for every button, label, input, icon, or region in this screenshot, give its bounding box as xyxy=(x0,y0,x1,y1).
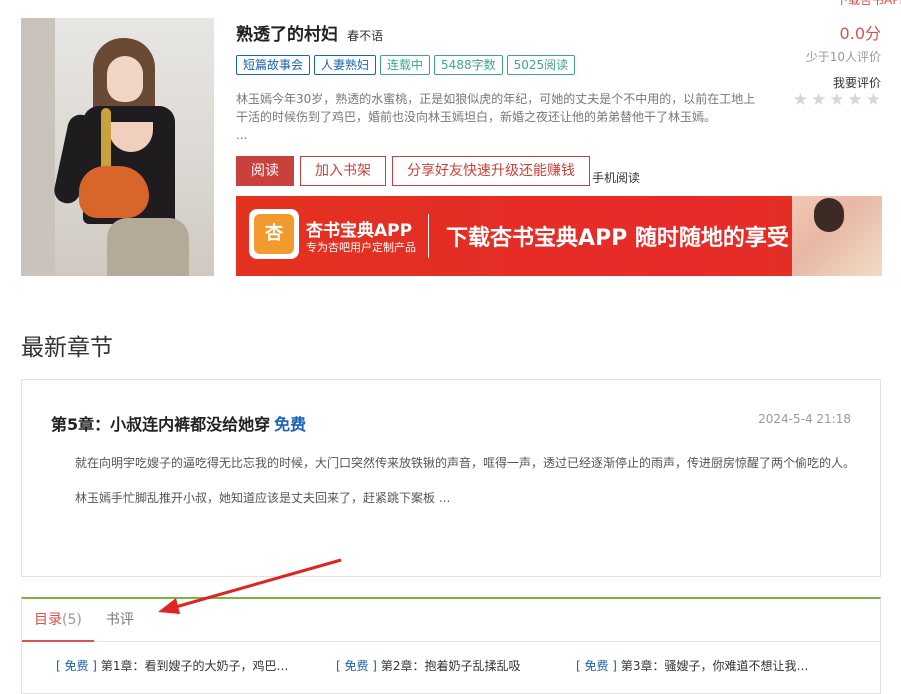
app-banner[interactable]: 杏 杏书宝典APP 专为杏吧用户定制产品 下载杏书宝典APP 随时随地的享受 xyxy=(236,196,882,276)
chapter-date: 2024-5-4 21:18 xyxy=(758,412,851,426)
chapter-excerpt: 就在向明宇吃嫂子的逼吃得无比忘我的时候，大门口突然传来放铁锹的声音，哐得一声，透… xyxy=(51,454,856,524)
action-buttons: 阅读 加入书架 分享好友快速升级还能赚钱 手机阅读 xyxy=(236,156,640,186)
chapter-link[interactable]: 第3章：骚嫂子，你难道不想让我的... xyxy=(621,659,816,673)
book-title[interactable]: 熟透了的村妇 xyxy=(236,25,338,45)
banner-divider xyxy=(428,214,429,258)
mobile-read-link[interactable]: 手机阅读 xyxy=(592,169,640,186)
list-item[interactable]: [ 免费 ] 第3章：骚嫂子，你难道不想让我的... xyxy=(576,657,816,674)
rating-score: 0.0分 xyxy=(839,24,881,43)
tag-word-count: 5488字数 xyxy=(434,55,503,75)
star-icon[interactable]: ★ xyxy=(866,92,881,109)
free-badge: [ 免费 ] xyxy=(576,659,617,673)
share-button[interactable]: 分享好友快速升级还能赚钱 xyxy=(392,156,590,186)
star-icon[interactable]: ★ xyxy=(793,92,808,109)
read-button[interactable]: 阅读 xyxy=(236,156,294,186)
free-badge: [ 免费 ] xyxy=(56,659,97,673)
rate-label: 我要评价 xyxy=(832,76,881,90)
chapter-link[interactable]: 第1章：看到嫂子的大奶子，鸡巴翘... xyxy=(101,659,296,673)
free-badge: [ 免费 ] xyxy=(336,659,377,673)
banner-app-name: 杏书宝典APP xyxy=(306,221,413,241)
star-icon[interactable]: ★ xyxy=(829,92,844,109)
toc-panel: 目录(5) 书评 [ 免费 ] 第1章：看到嫂子的大奶子，鸡巴翘... [ 免费… xyxy=(21,597,881,694)
star-icon[interactable]: ★ xyxy=(811,92,826,109)
tag-list: 短篇故事会 人妻熟妇 连载中 5488字数 5025阅读 xyxy=(236,55,576,75)
book-title-row: 熟透了的村妇 春不语 xyxy=(236,20,383,45)
description-text: 林玉嫣今年30岁，熟透的水蜜桃，正是如狼似虎的年纪，可她的丈夫是个不中用的，以前… xyxy=(236,92,756,124)
chapter-link[interactable]: 第2章：抱着奶子乱揉乱吸 xyxy=(381,659,521,673)
list-item[interactable]: [ 免费 ] 第2章：抱着奶子乱揉乱吸 xyxy=(336,657,576,674)
chapter-list: [ 免费 ] 第1章：看到嫂子的大奶子，鸡巴翘... [ 免费 ] 第2章：抱着… xyxy=(22,657,880,674)
star-icon[interactable]: ★ xyxy=(848,92,863,109)
rating-stars[interactable]: ★ ★ ★ ★ ★ xyxy=(793,92,881,109)
app-logo-char: 杏 xyxy=(254,214,294,254)
tab-reviews[interactable]: 书评 xyxy=(94,599,146,641)
tag-category[interactable]: 短篇故事会 xyxy=(236,55,311,75)
book-cover[interactable] xyxy=(21,18,214,276)
chapter-title-text: 第5章：小叔连内裤都没给她穿 xyxy=(51,415,271,434)
excerpt-paragraph: 林玉嫣手忙脚乱推开小叔，她知道应该是丈夫回来了，赶紧跳下案板 ... xyxy=(75,491,451,505)
excerpt-paragraph: 就在向明宇吃嫂子的逼吃得无比忘我的时候，大门口突然传来放铁锹的声音，哐得一声，透… xyxy=(75,456,856,470)
free-badge: 免费 xyxy=(274,415,307,434)
tag-status: 连载中 xyxy=(380,55,431,75)
download-app-link[interactable]: 下载杏书APP xyxy=(836,0,901,8)
tab-catalog[interactable]: 目录(5) xyxy=(22,599,94,642)
list-item[interactable]: [ 免费 ] 第1章：看到嫂子的大奶子，鸡巴翘... xyxy=(56,657,296,674)
tag-genre[interactable]: 人妻熟妇 xyxy=(314,55,377,75)
latest-section-title: 最新章节 xyxy=(21,335,113,361)
tab-catalog-label: 目录 xyxy=(34,612,62,628)
tab-reviews-label: 书评 xyxy=(105,612,134,628)
book-description: 林玉嫣今年30岁，熟透的水蜜桃，正是如狼似虎的年纪，可她的丈夫是个不中用的，以前… xyxy=(236,90,766,144)
latest-chapter-panel: 第5章：小叔连内裤都没给她穿 免费 2024-5-4 21:18 就在向明宇吃嫂子… xyxy=(21,379,881,577)
banner-slogan: 下载杏书宝典APP 随时随地的享受 xyxy=(446,226,789,251)
rating-count: 少于10人评价 xyxy=(805,50,881,64)
latest-chapter-title[interactable]: 第5章：小叔连内裤都没给她穿 免费 xyxy=(51,411,306,435)
book-author[interactable]: 春不语 xyxy=(347,29,383,43)
app-logo-icon: 杏 xyxy=(249,209,299,259)
add-to-shelf-button[interactable]: 加入书架 xyxy=(300,156,386,186)
tab-catalog-count: (5) xyxy=(62,612,82,628)
tab-bar: 目录(5) 书评 xyxy=(22,599,880,642)
tag-read-count: 5025阅读 xyxy=(506,55,576,75)
banner-app-sub: 专为杏吧用户定制产品 xyxy=(306,241,416,254)
banner-model-image xyxy=(792,196,882,276)
description-ellipsis: ... xyxy=(236,128,248,142)
